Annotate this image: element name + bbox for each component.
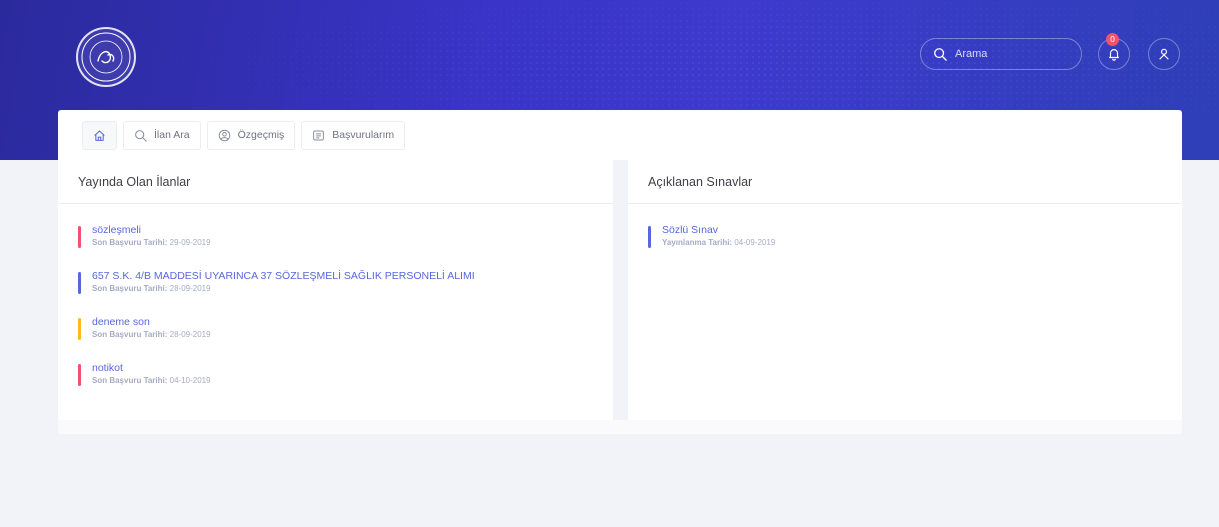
listing-item-title[interactable]: 657 S.K. 4/B MADDESİ UYARINCA 37 SÖZLEŞM… bbox=[92, 270, 593, 283]
exam-item-title[interactable]: Sözlü Sınav bbox=[662, 224, 1162, 237]
date-value: 29-09-2019 bbox=[169, 238, 211, 247]
listing-item-date: Son Başvuru Tarihi: 29-09-2019 bbox=[92, 238, 593, 247]
listing-item-title[interactable]: deneme son bbox=[92, 316, 593, 329]
listing-item-date: Son Başvuru Tarihi: 04-10-2019 bbox=[92, 376, 593, 385]
date-value: 04-09-2019 bbox=[734, 238, 776, 247]
date-value: 28-09-2019 bbox=[169, 330, 211, 339]
announced-exams-panel: Açıklanan Sınavlar Sözlü Sınav Yayınlanma… bbox=[628, 160, 1182, 420]
search-icon bbox=[135, 129, 147, 142]
user-menu-button[interactable] bbox=[1148, 38, 1180, 70]
nav-basvurularim-label: Başvurularım bbox=[332, 129, 395, 141]
listing-item[interactable]: deneme son Son Başvuru Tarihi: 28-09-2019 bbox=[78, 316, 593, 340]
published-listings-panel: Yayında Olan İlanlar sözleşmeli Son Başvu… bbox=[58, 160, 613, 420]
date-label: Son Başvuru Tarihi: bbox=[92, 376, 168, 385]
date-value: 28-09-2019 bbox=[169, 284, 211, 293]
nav-ilan-ara[interactable]: İlan Ara bbox=[123, 120, 201, 150]
main-navigation: İlan Ara Özgeçmiş Başvurularım bbox=[58, 110, 1182, 160]
nav-ozgecmis[interactable]: Özgeçmiş bbox=[206, 120, 296, 150]
date-label: Yayınlanma Tarihi: bbox=[662, 238, 733, 247]
home-icon bbox=[94, 130, 105, 141]
search-box[interactable] bbox=[920, 38, 1082, 70]
nav-basvurularim[interactable]: Başvurularım bbox=[301, 120, 406, 150]
user-circle-icon bbox=[218, 129, 230, 141]
user-icon bbox=[1159, 48, 1169, 60]
nav-ozgecmis-label: Özgeçmiş bbox=[237, 129, 285, 141]
search-input[interactable] bbox=[955, 48, 1075, 60]
listing-item-date: Son Başvuru Tarihi: 28-09-2019 bbox=[92, 330, 593, 339]
status-indicator-bar bbox=[78, 226, 81, 248]
status-indicator-bar bbox=[648, 226, 651, 248]
status-indicator-bar bbox=[78, 364, 81, 386]
date-label: Son Başvuru Tarihi: bbox=[92, 284, 168, 293]
document-list-icon bbox=[313, 130, 325, 140]
notification-count-badge: 0 bbox=[1106, 33, 1119, 46]
status-indicator-bar bbox=[78, 272, 81, 294]
announced-exams-list: Sözlü Sınav Yayınlanma Tarihi: 04-09-2019 bbox=[628, 204, 1182, 290]
bell-icon bbox=[1109, 49, 1119, 61]
nav-ilan-ara-label: İlan Ara bbox=[154, 129, 190, 141]
search-icon bbox=[934, 48, 947, 61]
panel-footer bbox=[58, 420, 1182, 434]
listing-item[interactable]: sözleşmeli Son Başvuru Tarihi: 29-09-2019 bbox=[78, 224, 593, 248]
listing-item[interactable]: notikot Son Başvuru Tarihi: 04-10-2019 bbox=[78, 362, 593, 386]
listing-item-title[interactable]: sözleşmeli bbox=[92, 224, 593, 237]
listing-item[interactable]: 657 S.K. 4/B MADDESİ UYARINCA 37 SÖZLEŞM… bbox=[78, 270, 593, 294]
nav-home[interactable] bbox=[82, 120, 117, 150]
listing-item-title[interactable]: notikot bbox=[92, 362, 593, 375]
date-label: Son Başvuru Tarihi: bbox=[92, 238, 168, 247]
gazi-university-seal-icon bbox=[81, 32, 131, 82]
status-indicator-bar bbox=[78, 318, 81, 340]
date-label: Son Başvuru Tarihi: bbox=[92, 330, 168, 339]
exam-item[interactable]: Sözlü Sınav Yayınlanma Tarihi: 04-09-2019 bbox=[648, 224, 1162, 248]
exam-item-date: Yayınlanma Tarihi: 04-09-2019 bbox=[662, 238, 1162, 247]
published-listings-title: Yayında Olan İlanlar bbox=[58, 160, 613, 204]
date-value: 04-10-2019 bbox=[169, 376, 211, 385]
listing-item-date: Son Başvuru Tarihi: 28-09-2019 bbox=[92, 284, 593, 293]
announced-exams-title: Açıklanan Sınavlar bbox=[628, 160, 1182, 204]
university-logo[interactable] bbox=[76, 27, 136, 87]
published-listings-list: sözleşmeli Son Başvuru Tarihi: 29-09-2019… bbox=[58, 204, 613, 428]
